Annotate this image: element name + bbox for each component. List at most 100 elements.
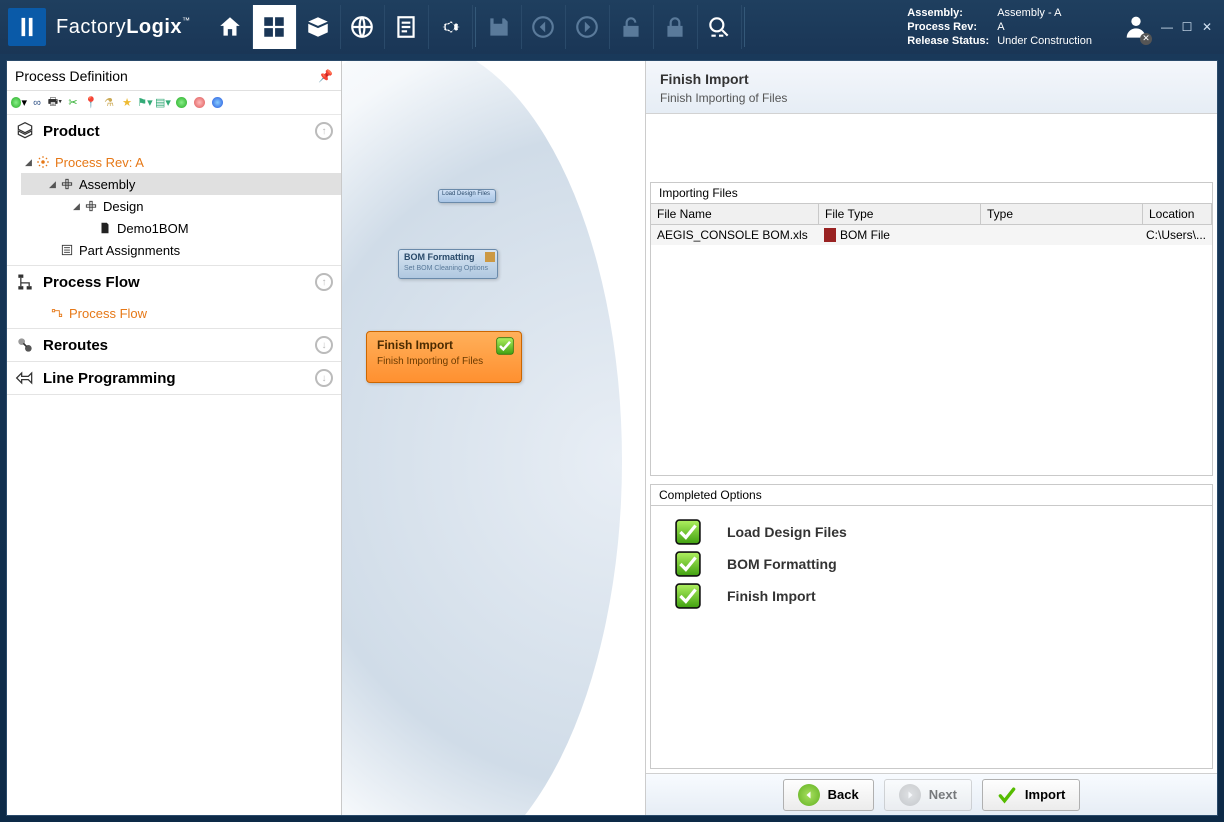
user-menu[interactable]: ✕ bbox=[1122, 12, 1150, 43]
section-lineprog-label: Line Programming bbox=[43, 370, 176, 387]
back-nav-button[interactable] bbox=[522, 5, 566, 49]
next-button: Next bbox=[884, 779, 972, 811]
brand-name: FactoryLogix™ bbox=[56, 16, 191, 39]
mini-link[interactable]: ∞ bbox=[29, 95, 45, 111]
release-label: Release Status: bbox=[907, 34, 989, 48]
procrev-value: A bbox=[997, 20, 1092, 34]
brand-logo bbox=[8, 8, 46, 46]
box-button[interactable] bbox=[297, 5, 341, 49]
completed-item: Finish Import bbox=[675, 580, 1188, 612]
home-button[interactable] bbox=[209, 5, 253, 49]
unlock-button[interactable] bbox=[610, 5, 654, 49]
sidebar-title-row: Process Definition 📌 bbox=[7, 61, 341, 91]
section-processflow-head[interactable]: Process Flow ↑ bbox=[7, 266, 341, 298]
mini-add[interactable]: ▾ bbox=[11, 95, 27, 111]
section-lineprog: Line Programming ↓ bbox=[7, 362, 341, 395]
check-icon bbox=[495, 336, 515, 356]
mini-ok[interactable] bbox=[173, 95, 189, 111]
import-label: Import bbox=[1025, 787, 1065, 802]
bom-file-icon bbox=[824, 228, 836, 242]
step2-sub: Set BOM Cleaning Options bbox=[404, 263, 492, 274]
lock-button[interactable] bbox=[654, 5, 698, 49]
up-arrow-icon: ↑ bbox=[315, 273, 333, 291]
panel-header: Finish Import Finish Importing of Files bbox=[646, 61, 1217, 114]
import-button[interactable]: Import bbox=[982, 779, 1080, 811]
mini-print[interactable]: 🖶▾ bbox=[47, 95, 63, 111]
gear-icon bbox=[35, 154, 51, 170]
search-button[interactable] bbox=[698, 5, 742, 49]
close-button[interactable]: ✕ bbox=[1198, 18, 1216, 36]
tree-partassign[interactable]: Part Assignments bbox=[21, 239, 341, 261]
mini-layers[interactable]: ▤▾ bbox=[155, 95, 171, 111]
col-type[interactable]: Type bbox=[981, 204, 1143, 224]
completed-item: Load Design Files bbox=[675, 516, 1188, 548]
step3-title: Finish Import bbox=[377, 338, 511, 352]
import-check-icon bbox=[997, 785, 1017, 805]
status-block: Assembly: Assembly - A Process Rev: A Re… bbox=[897, 6, 1102, 48]
gear-button[interactable] bbox=[429, 5, 473, 49]
step-bom-formatting[interactable]: BOM Formatting Set BOM Cleaning Options bbox=[398, 249, 498, 279]
section-lineprog-head[interactable]: Line Programming ↓ bbox=[7, 362, 341, 394]
completed-title: Completed Options bbox=[651, 485, 1212, 506]
pin-icon[interactable]: 📌 bbox=[318, 69, 333, 83]
panel-title: Finish Import bbox=[660, 71, 1203, 87]
globe-button[interactable] bbox=[341, 5, 385, 49]
save-button[interactable] bbox=[478, 5, 522, 49]
product-tree: ◢ Process Rev: A ◢ Assembly ◢ Design bbox=[7, 147, 341, 265]
tree-processrev-label: Process Rev: A bbox=[55, 155, 144, 170]
cell-location: C:\Users\... bbox=[1140, 225, 1212, 245]
completed-item-0: Load Design Files bbox=[727, 524, 847, 540]
cell-filename: AEGIS_CONSOLE BOM.xls bbox=[651, 225, 818, 245]
panel-subtitle: Finish Importing of Files bbox=[660, 91, 1203, 105]
section-product-label: Product bbox=[43, 123, 100, 140]
mini-pin[interactable]: 📍 bbox=[83, 95, 99, 111]
completed-item-2: Finish Import bbox=[727, 588, 816, 604]
back-button[interactable]: Back bbox=[783, 779, 874, 811]
step-load-design[interactable]: Load Design Files bbox=[438, 189, 496, 203]
completed-item-1: BOM Formatting bbox=[727, 556, 837, 572]
mini-star[interactable]: ★ bbox=[119, 95, 135, 111]
up-arrow-icon: ↑ bbox=[315, 122, 333, 140]
topbar: FactoryLogix™ Assembly: Assembly - A Pro… bbox=[0, 0, 1224, 54]
sidebar-title: Process Definition bbox=[15, 68, 128, 84]
maximize-button[interactable]: ☐ bbox=[1178, 18, 1196, 36]
doc-button[interactable] bbox=[385, 5, 429, 49]
next-arrow-icon bbox=[899, 784, 921, 806]
grid-row[interactable]: AEGIS_CONSOLE BOM.xls BOM File C:\Users\… bbox=[651, 225, 1212, 245]
toolbar-main bbox=[209, 0, 742, 54]
panel-footer: Back Next Import bbox=[646, 773, 1217, 815]
user-badge-icon: ✕ bbox=[1140, 33, 1152, 45]
tree-processrev[interactable]: ◢ Process Rev: A bbox=[21, 151, 341, 173]
step-finish-import[interactable]: Finish Import Finish Importing of Files bbox=[366, 331, 522, 383]
mini-scissors[interactable]: ✂ bbox=[65, 95, 81, 111]
col-filename[interactable]: File Name bbox=[651, 204, 819, 224]
tree-demo1bom[interactable]: Demo1BOM bbox=[21, 217, 341, 239]
grid-button[interactable] bbox=[253, 5, 297, 49]
mini-flask[interactable]: ⚗ bbox=[101, 95, 117, 111]
col-filetype[interactable]: File Type bbox=[819, 204, 981, 224]
back-arrow-icon bbox=[798, 784, 820, 806]
next-label: Next bbox=[929, 787, 957, 802]
tree-design[interactable]: ◢ Design bbox=[21, 195, 341, 217]
tree-assembly[interactable]: ◢ Assembly bbox=[21, 173, 341, 195]
mini-info[interactable] bbox=[209, 95, 225, 111]
minimize-button[interactable]: — bbox=[1158, 18, 1176, 36]
section-processflow: Process Flow ↑ Process Flow bbox=[7, 266, 341, 329]
canvas[interactable]: Load Design Files BOM Formatting Set BOM… bbox=[342, 61, 1217, 815]
section-product-head[interactable]: Product ↑ bbox=[7, 115, 341, 147]
check-icon bbox=[675, 519, 701, 545]
check-icon bbox=[675, 583, 701, 609]
mini-no[interactable] bbox=[191, 95, 207, 111]
check-icon bbox=[675, 551, 701, 577]
tree-processflow-item[interactable]: Process Flow bbox=[21, 302, 341, 324]
completed-options: Completed Options Load Design Files BOM … bbox=[650, 484, 1213, 769]
mini-flag[interactable]: ⚑▾ bbox=[137, 95, 153, 111]
forward-nav-button[interactable] bbox=[566, 5, 610, 49]
section-reroutes-head[interactable]: Reroutes ↓ bbox=[7, 329, 341, 361]
release-value: Under Construction bbox=[997, 34, 1092, 48]
back-label: Back bbox=[828, 787, 859, 802]
col-location[interactable]: Location bbox=[1143, 204, 1212, 224]
down-arrow-icon: ↓ bbox=[315, 336, 333, 354]
step2-title: BOM Formatting bbox=[404, 252, 492, 263]
right-panel: Finish Import Finish Importing of Files … bbox=[645, 61, 1217, 815]
